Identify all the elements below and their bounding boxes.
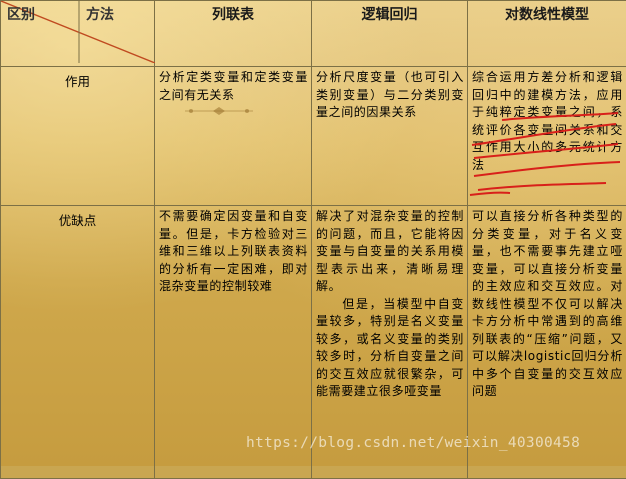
cell-purpose-loglinear: 综合运用方差分析和逻辑回归中的建模方法，应用于纯粹定类变量之间，系统评价各变量间… [468, 67, 626, 206]
row-label-pros-cons: 优缺点 [1, 206, 155, 479]
decorative-ornament [183, 104, 255, 118]
logistic-cons-paragraph: 但是，当模型中自变量较多，特别是名义变量较多，或名义变量的类别较多时，分析自变量… [316, 296, 464, 401]
logistic-pros-paragraph: 解决了对混杂变量的控制的问题，而且，它能将因变量与自变量的关系用模型表示出来，清… [316, 208, 464, 296]
corner-label-left: 区别 [7, 4, 35, 24]
column-header-loglinear: 对数线性模型 [468, 1, 626, 67]
column-header-logistic: 逻辑回归 [312, 1, 468, 67]
diagonal-header-cell: 区别 方法 [1, 1, 155, 67]
column-header-crosstab: 列联表 [155, 1, 312, 67]
comparison-table: 区别 方法 列联表 逻辑回归 对数线性模型 作用 分析定类变量和定类变量之间有无… [0, 0, 626, 479]
row-label-purpose: 作用 [1, 67, 155, 206]
corner-label-right: 方法 [86, 4, 114, 24]
cell-purpose-crosstab: 分析定类变量和定类变量之间有无关系 [155, 67, 312, 206]
header-row: 区别 方法 列联表 逻辑回归 对数线性模型 [1, 1, 626, 67]
watermark: https://blog.csdn.net/weixin_40300458 [246, 435, 580, 451]
cell-purpose-logistic: 分析尺度变量（也可引入类别变量）与二分类别变量之间的因果关系 [312, 67, 468, 206]
table-row-purpose: 作用 分析定类变量和定类变量之间有无关系 分析尺度变量（也可引入类别变量）与二分… [1, 67, 626, 206]
